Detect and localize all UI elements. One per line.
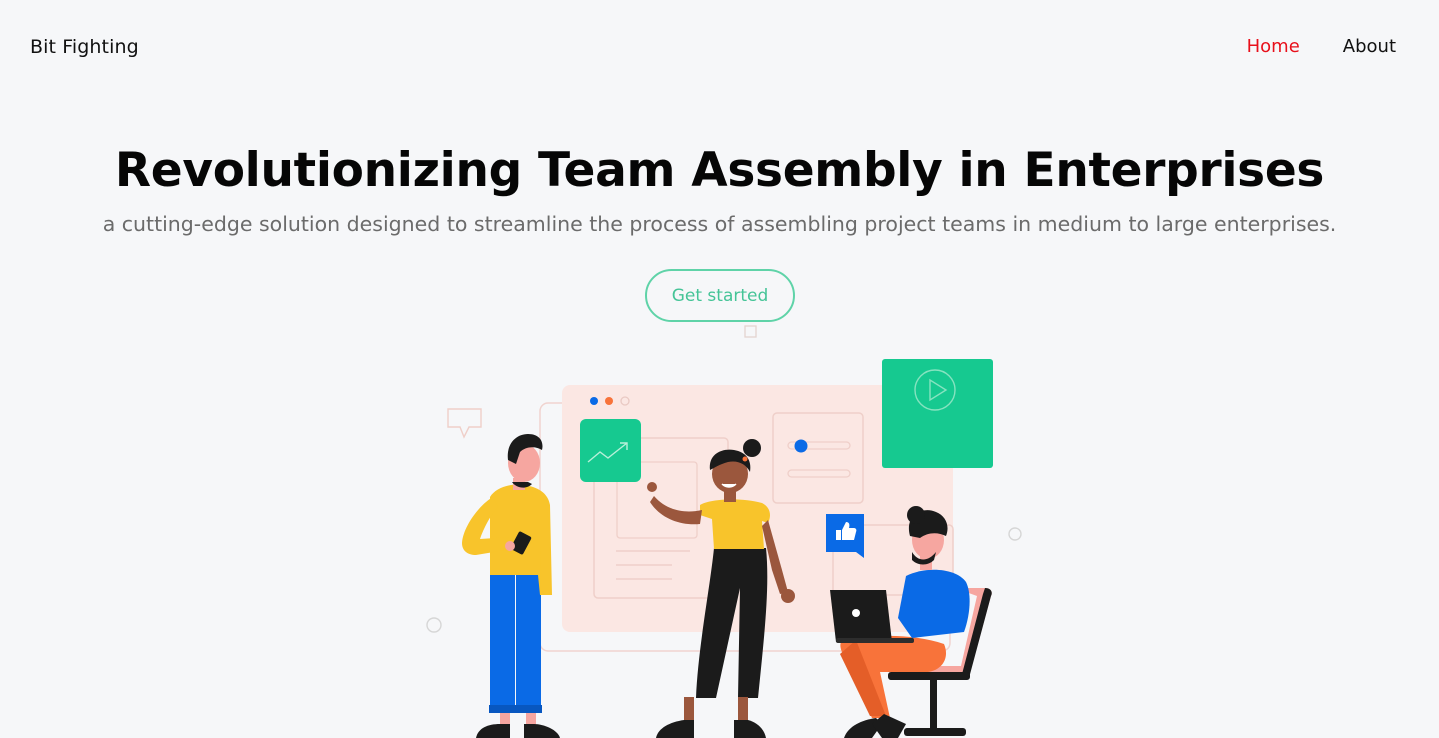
play-icon — [882, 359, 993, 468]
man-standing-figure — [462, 434, 560, 738]
nav-home-link[interactable]: Home — [1247, 36, 1300, 57]
brand-logo-text[interactable]: Bit Fighting — [30, 36, 139, 58]
hero-subtitle: a cutting-edge solution designed to stre… — [102, 212, 1337, 236]
nav-about-link[interactable]: About — [1343, 36, 1396, 57]
get-started-button[interactable]: Get started — [645, 269, 795, 322]
chart-up-icon — [580, 419, 641, 482]
main-nav: Home About — [1247, 36, 1396, 57]
man-seated-figure — [830, 506, 992, 738]
team-illustration — [426, 325, 1022, 738]
thumbs-up-icon — [826, 514, 864, 558]
top-navbar: Bit Fighting Home About — [0, 0, 1439, 98]
landing-page: Bit Fighting Home About Revolutionizing … — [0, 0, 1439, 738]
woman-standing-figure — [647, 439, 795, 738]
speech-bubble-icon — [447, 408, 482, 439]
hero-title: Revolutionizing Team Assembly in Enterpr… — [114, 143, 1325, 198]
